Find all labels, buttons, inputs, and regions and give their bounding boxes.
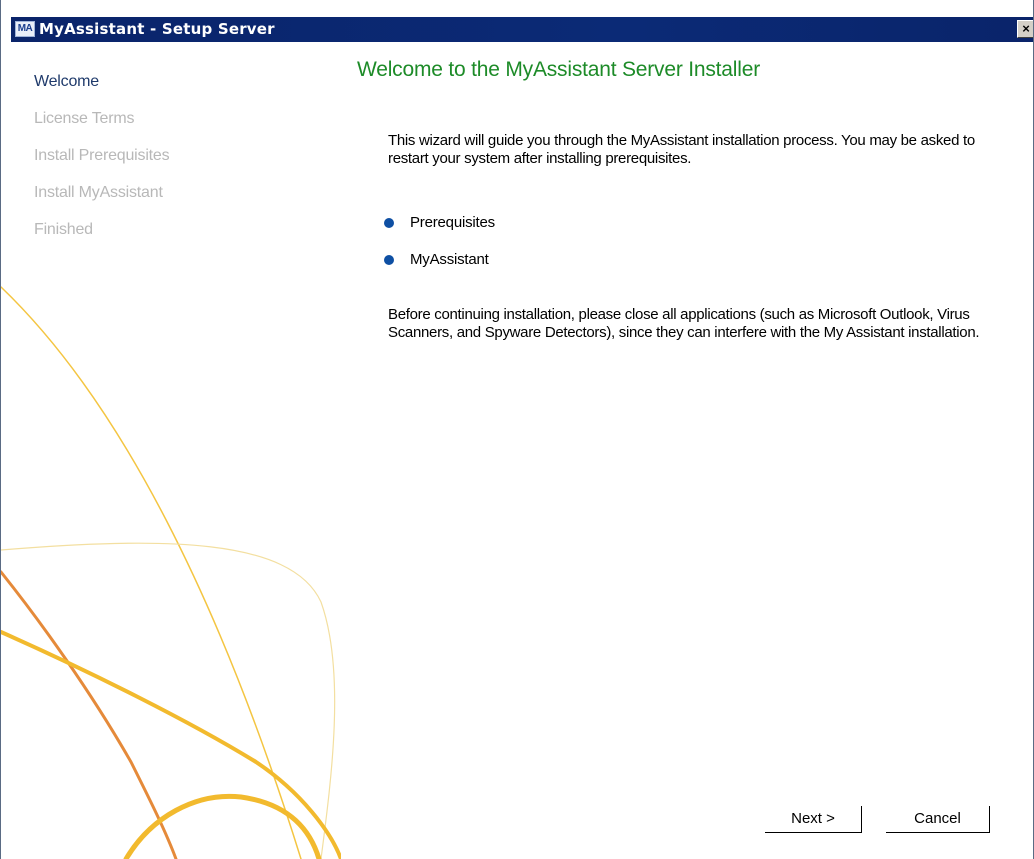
bullet-icon: [384, 255, 394, 265]
wizard-steps: Welcome License Terms Install Prerequisi…: [34, 72, 294, 257]
bullet-icon: [384, 218, 394, 228]
step-finished: Finished: [34, 221, 93, 238]
step-license-terms: License Terms: [34, 110, 135, 127]
list-item-label: MyAssistant: [410, 251, 489, 268]
step-install-prerequisites: Install Prerequisites: [34, 147, 170, 164]
app-icon: MA: [15, 21, 35, 37]
list-item-label: Prerequisites: [410, 214, 495, 231]
page-title: Welcome to the MyAssistant Server Instal…: [357, 58, 760, 81]
cancel-button[interactable]: Cancel: [886, 806, 990, 833]
notice-text: Before continuing installation, please c…: [388, 306, 980, 341]
intro-text: This wizard will guide you through the M…: [388, 132, 975, 167]
title-bar[interactable]: MA MyAssistant - Setup Server ×: [11, 17, 1033, 42]
close-button[interactable]: ×: [1017, 20, 1033, 38]
setup-window: MA MyAssistant - Setup Server × Welcome …: [0, 0, 1034, 859]
step-welcome: Welcome: [34, 73, 99, 90]
next-button[interactable]: Next >: [765, 806, 862, 833]
step-install-myassistant: Install MyAssistant: [34, 184, 163, 201]
window-title: MyAssistant - Setup Server: [39, 20, 275, 38]
close-icon: ×: [1022, 21, 1030, 36]
